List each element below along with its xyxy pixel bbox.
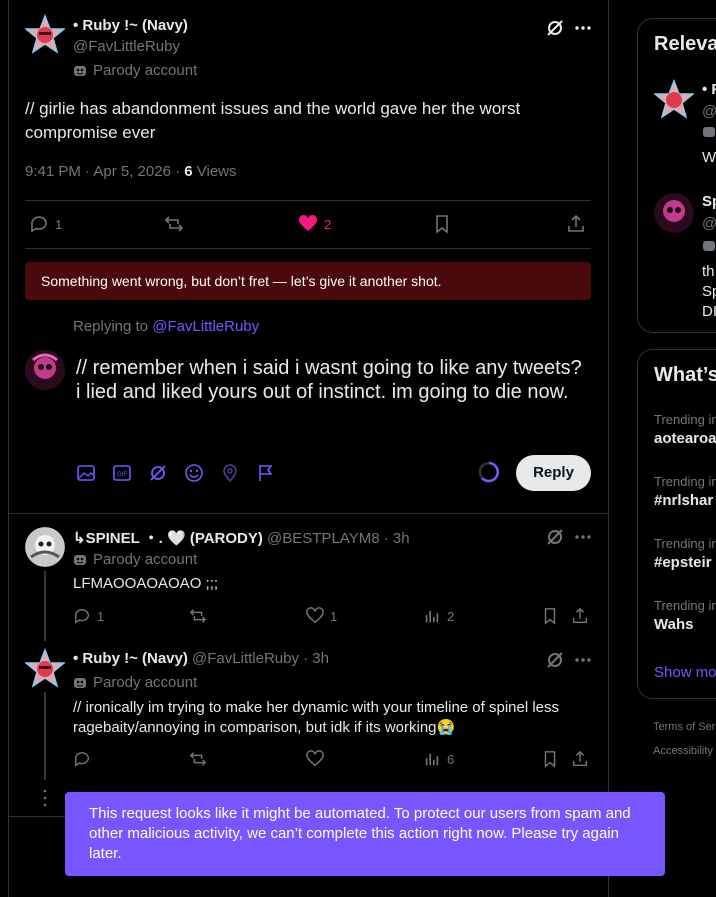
more-options-icon[interactable]	[573, 527, 593, 547]
retweet-action[interactable]	[189, 750, 207, 768]
flag-icon[interactable]	[256, 463, 276, 483]
divider	[9, 513, 608, 514]
gif-icon[interactable]: GIF	[112, 463, 132, 483]
more-options-icon[interactable]	[573, 18, 593, 38]
relevant-name[interactable]: Sp	[702, 193, 716, 210]
footer-terms-link[interactable]: Terms of Ser	[653, 721, 715, 733]
main-tweet-handle[interactable]: @FavLittleRuby	[73, 38, 180, 55]
emoji-icon[interactable]	[184, 463, 204, 483]
retweet-action[interactable]	[189, 607, 207, 625]
bookmark-icon	[541, 607, 559, 625]
location-icon[interactable]	[220, 463, 240, 483]
divider	[25, 248, 591, 249]
like-action[interactable]	[306, 750, 324, 768]
relevant-bio: th Sp DI	[702, 263, 716, 320]
views-action[interactable]: 6	[423, 750, 454, 768]
ruby-avatar[interactable]	[25, 648, 65, 688]
relevant-bio: W	[702, 149, 716, 166]
footer-accessibility-link[interactable]: Accessibility	[653, 745, 713, 757]
share-icon	[571, 607, 589, 625]
reply-button[interactable]: Reply	[516, 455, 591, 491]
divider	[25, 200, 591, 201]
reply-action[interactable]: 1	[29, 214, 62, 234]
reply-action[interactable]: 1	[73, 607, 104, 625]
retweet-icon	[189, 607, 207, 625]
analytics-icon	[423, 607, 441, 625]
grok-compose-icon[interactable]	[148, 463, 168, 483]
error-banner: Something went wrong, but don’t fret — l…	[25, 262, 591, 300]
grok-icon[interactable]	[545, 527, 565, 547]
retweet-icon	[189, 750, 207, 768]
relevant-handle[interactable]: @	[702, 215, 716, 232]
automation-warning-toast: This request looks like it might be auto…	[65, 792, 665, 876]
analytics-icon	[423, 750, 441, 768]
spinel-avatar[interactable]	[25, 527, 65, 567]
bookmark-action[interactable]	[541, 750, 559, 768]
reply-text: LFMAOOAOAOAO ;;;	[73, 575, 219, 592]
bookmark-icon	[541, 750, 559, 768]
main-tweet-name[interactable]: • Ruby !~ (Navy)	[73, 17, 188, 34]
bookmark-action[interactable]	[432, 214, 452, 234]
tweet-timestamp: 9:41 PM · Apr 5, 2026 · 6 Views	[25, 163, 237, 180]
retweet-icon	[164, 214, 184, 234]
main-tweet-text: // girlie has abandonment issues and the…	[25, 99, 521, 142]
reply-header: • Ruby !~ (Navy) @FavLittleRuby · 3h	[73, 650, 329, 667]
relevant-handle[interactable]: @	[702, 103, 716, 120]
main-column: • Ruby !~ (Navy) @FavLittleRuby Parody a…	[8, 0, 609, 897]
reply-action[interactable]	[73, 750, 91, 768]
relevant-people-card: Releva • R @ W Sp @ th Sp DI	[637, 18, 716, 333]
heart-filled-icon	[298, 214, 318, 234]
bookmark-icon	[432, 214, 452, 234]
trend-item[interactable]: Trending in aotearoa	[654, 412, 716, 447]
like-action[interactable]: 1	[306, 607, 337, 625]
parody-mask-icon	[702, 125, 716, 139]
like-action[interactable]: 2	[298, 214, 331, 234]
trend-item[interactable]: Trending in Wahs	[654, 598, 716, 633]
reply-composer-input[interactable]: // remember when i said i wasnt going to…	[76, 356, 591, 404]
parody-mask-icon	[73, 676, 87, 690]
character-count-icon	[478, 461, 500, 483]
views-action[interactable]: 2	[423, 607, 454, 625]
share-icon	[571, 750, 589, 768]
ruby-avatar[interactable]	[654, 79, 694, 119]
ruby-avatar[interactable]	[25, 14, 65, 54]
thread-line	[44, 571, 46, 641]
share-icon	[566, 214, 586, 234]
grok-icon[interactable]	[545, 650, 565, 670]
relevant-name[interactable]: • R	[702, 81, 716, 98]
trend-item[interactable]: Trending in #epsteir	[654, 536, 716, 571]
heart-icon	[306, 750, 324, 768]
whats-happening-card: What’s Trending in aotearoa Trending in …	[637, 349, 716, 699]
show-more-link[interactable]: Show mo	[654, 664, 716, 681]
reply-text: // ironically im trying to make her dyna…	[73, 699, 560, 736]
share-action[interactable]	[571, 607, 589, 625]
thread-line	[44, 692, 46, 780]
bookmark-action[interactable]	[541, 607, 559, 625]
thread-more-icon[interactable]	[40, 788, 50, 808]
reply-header: ↳SPINEL ・. 🤍 (PARODY) @BESTPLAYM8 · 3h	[73, 530, 410, 547]
retweet-action[interactable]	[164, 214, 184, 234]
grok-icon[interactable]	[545, 18, 565, 38]
parody-mask-icon	[702, 239, 716, 253]
share-action[interactable]	[571, 750, 589, 768]
user-avatar[interactable]	[25, 350, 65, 390]
heart-icon	[306, 607, 324, 625]
whats-happening-title: What’s	[654, 364, 716, 386]
svg-text:GIF: GIF	[117, 472, 127, 478]
trend-item[interactable]: Trending in #nrlshar	[654, 474, 716, 509]
reply-icon	[73, 607, 91, 625]
reply-icon	[29, 214, 49, 234]
parody-badge: Parody account	[73, 62, 197, 79]
share-action[interactable]	[566, 214, 586, 234]
parody-badge: Parody account	[73, 674, 197, 691]
parody-badge: Parody account	[73, 551, 197, 568]
parody-mask-icon	[73, 553, 87, 567]
reply-icon	[73, 750, 91, 768]
media-icon[interactable]	[76, 463, 96, 483]
parody-mask-icon	[73, 64, 87, 78]
spinel-user-avatar[interactable]	[654, 193, 694, 233]
relevant-title: Releva	[654, 33, 716, 55]
more-options-icon[interactable]	[573, 650, 593, 670]
replying-to: Replying to @FavLittleRuby	[73, 318, 260, 335]
